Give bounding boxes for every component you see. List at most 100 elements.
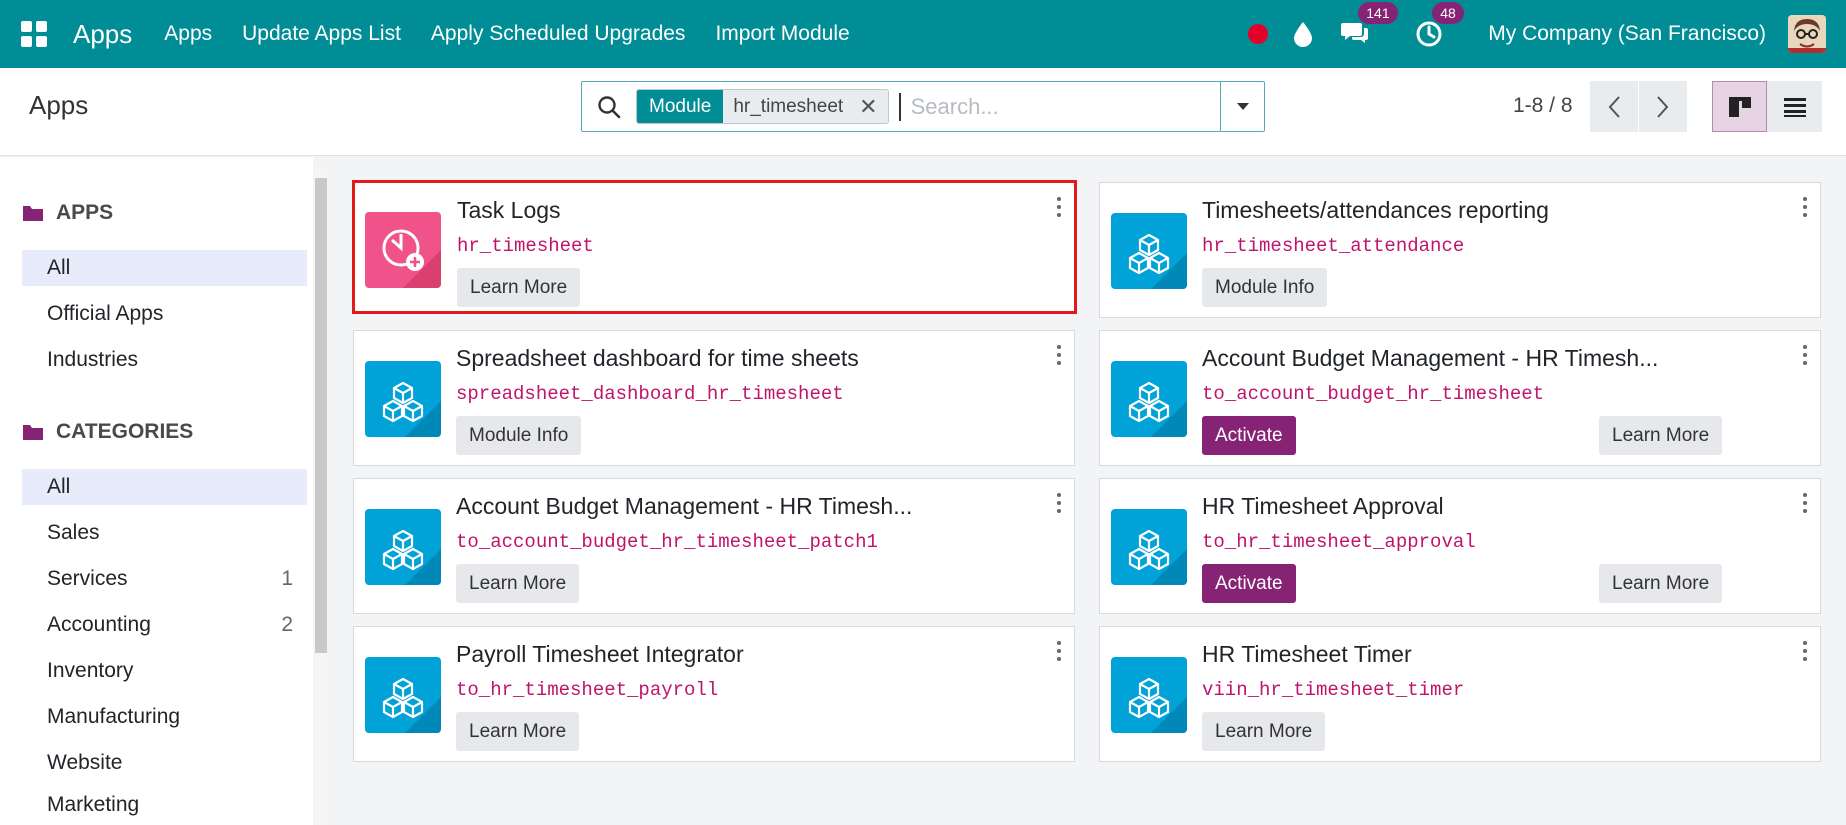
card-menu-icon[interactable] bbox=[1056, 197, 1062, 217]
user-avatar[interactable] bbox=[1788, 15, 1826, 53]
sidebar-item-categories-all[interactable]: All bbox=[22, 469, 307, 505]
app-card-account-budget-hr-timesheet[interactable]: Account Budget Management - HR Timesh...… bbox=[1099, 330, 1821, 466]
app-menu-icon[interactable] bbox=[21, 21, 47, 47]
search-input[interactable] bbox=[898, 92, 1220, 121]
card-menu-icon[interactable] bbox=[1802, 641, 1808, 661]
app-card-hr-timesheet-timer[interactable]: HR Timesheet Timer viin_hr_timesheet_tim… bbox=[1099, 626, 1821, 762]
learn-more-button[interactable]: Learn More bbox=[1599, 416, 1723, 455]
activities-badge: 48 bbox=[1432, 2, 1464, 24]
pager-previous-button[interactable] bbox=[1590, 81, 1638, 132]
app-card-payroll-timesheet-integrator[interactable]: Payroll Timesheet Integrator to_hr_times… bbox=[353, 626, 1075, 762]
module-cubes-icon bbox=[1111, 657, 1187, 733]
card-title: Account Budget Management - HR Timesh... bbox=[456, 493, 913, 519]
list-view-button[interactable] bbox=[1767, 81, 1822, 132]
pager-next-button[interactable] bbox=[1639, 81, 1687, 132]
card-menu-icon[interactable] bbox=[1056, 641, 1062, 661]
task-logs-icon bbox=[365, 212, 441, 288]
search-panel-sidebar: APPS All Official Apps Industries CATEGO… bbox=[0, 157, 313, 825]
card-menu-icon[interactable] bbox=[1056, 345, 1062, 365]
nav-item-apply-scheduled-upgrades[interactable]: Apply Scheduled Upgrades bbox=[431, 22, 686, 46]
card-menu-icon[interactable] bbox=[1056, 493, 1062, 513]
nav-menu: Apps Update Apps List Apply Scheduled Up… bbox=[164, 22, 849, 46]
sidebar-item-label: Website bbox=[47, 751, 123, 774]
card-title: Account Budget Management - HR Timesh... bbox=[1202, 345, 1659, 371]
card-module-code: to_account_budget_hr_timesheet bbox=[1202, 383, 1545, 405]
app-card-spreadsheet-dashboard[interactable]: Spreadsheet dashboard for time sheets sp… bbox=[353, 330, 1075, 466]
chevron-right-icon bbox=[1657, 95, 1669, 118]
brand-title[interactable]: Apps bbox=[73, 19, 132, 50]
module-cubes-icon bbox=[365, 657, 441, 733]
sidebar-item-sales[interactable]: Sales bbox=[22, 515, 307, 551]
app-card-timesheets-attendances-reporting[interactable]: Timesheets/attendances reporting hr_time… bbox=[1099, 182, 1821, 318]
messages-button[interactable]: 141 bbox=[1340, 2, 1398, 49]
nav-item-import-module[interactable]: Import Module bbox=[715, 22, 849, 46]
activate-button[interactable]: Activate bbox=[1202, 416, 1296, 455]
search-options-toggle[interactable] bbox=[1220, 82, 1264, 131]
module-cubes-icon bbox=[1111, 213, 1187, 289]
nav-systray: 141 48 My Company (San Francisco) bbox=[1248, 0, 1846, 68]
top-navbar: Apps Apps Update Apps List Apply Schedul… bbox=[0, 0, 1846, 68]
card-menu-icon[interactable] bbox=[1802, 493, 1808, 513]
record-dot-icon[interactable] bbox=[1248, 24, 1269, 44]
search-bar: Module hr_timesheet ✕ bbox=[581, 81, 1265, 132]
sidebar-item-website[interactable]: Website bbox=[22, 745, 307, 781]
card-module-code: to_hr_timesheet_approval bbox=[1202, 531, 1476, 553]
card-menu-icon[interactable] bbox=[1802, 345, 1808, 365]
card-title: HR Timesheet Timer bbox=[1202, 641, 1412, 667]
card-module-code: hr_timesheet_attendance bbox=[1202, 235, 1465, 257]
learn-more-button[interactable]: Learn More bbox=[456, 712, 580, 751]
sidebar-item-label: All bbox=[47, 475, 71, 498]
sidebar-item-label: Manufacturing bbox=[47, 705, 181, 728]
card-module-code: spreadsheet_dashboard_hr_timesheet bbox=[456, 383, 844, 405]
search-icon[interactable] bbox=[596, 94, 622, 120]
sidebar-item-inventory[interactable]: Inventory bbox=[22, 653, 307, 689]
kanban-view-button[interactable] bbox=[1712, 81, 1767, 132]
facet-label: Module bbox=[637, 90, 724, 123]
sidebar-item-marketing[interactable]: Marketing bbox=[22, 787, 307, 823]
caret-down-icon bbox=[1236, 103, 1249, 110]
messages-badge: 141 bbox=[1358, 2, 1398, 24]
module-info-button[interactable]: Module Info bbox=[456, 416, 582, 455]
company-switcher[interactable]: My Company (San Francisco) bbox=[1488, 22, 1766, 46]
learn-more-button[interactable]: Learn More bbox=[457, 268, 581, 307]
app-card-account-budget-patch1[interactable]: Account Budget Management - HR Timesh...… bbox=[353, 478, 1075, 614]
avatar-face-icon bbox=[1788, 15, 1826, 53]
droplet-icon[interactable] bbox=[1292, 21, 1314, 47]
card-module-code: to_account_budget_hr_timesheet_patch1 bbox=[456, 531, 878, 553]
learn-more-button[interactable]: Learn More bbox=[456, 564, 580, 603]
module-cubes-icon bbox=[365, 361, 441, 437]
chevron-left-icon bbox=[1608, 95, 1620, 118]
module-info-button[interactable]: Module Info bbox=[1202, 268, 1328, 307]
sidebar-item-official-apps[interactable]: Official Apps bbox=[22, 296, 307, 332]
sidebar-item-manufacturing[interactable]: Manufacturing bbox=[22, 699, 307, 735]
nav-item-apps[interactable]: Apps bbox=[164, 22, 212, 46]
learn-more-button[interactable]: Learn More bbox=[1599, 564, 1723, 603]
sidebar-item-services[interactable]: Services 1 bbox=[22, 561, 307, 597]
sidebar-item-count: 2 bbox=[281, 613, 293, 636]
card-module-code: hr_timesheet bbox=[457, 235, 594, 257]
app-card-task-logs[interactable]: Task Logs hr_timesheet Learn More bbox=[352, 180, 1077, 314]
facet-value: hr_timesheet bbox=[733, 95, 844, 117]
folder-icon bbox=[23, 425, 43, 440]
sidebar-item-accounting[interactable]: Accounting 2 bbox=[22, 607, 307, 643]
pager-value[interactable]: 1-8 / 8 bbox=[1513, 94, 1573, 118]
app-card-hr-timesheet-approval[interactable]: HR Timesheet Approval to_hr_timesheet_ap… bbox=[1099, 478, 1821, 614]
sidebar-item-industries[interactable]: Industries bbox=[22, 342, 307, 378]
activate-button[interactable]: Activate bbox=[1202, 564, 1296, 603]
kanban-view-icon bbox=[1728, 96, 1751, 117]
activities-button[interactable]: 48 bbox=[1414, 2, 1464, 49]
module-cubes-icon bbox=[365, 509, 441, 585]
sidebar-scrollbar-thumb[interactable] bbox=[315, 178, 327, 653]
facet-remove-icon[interactable]: ✕ bbox=[859, 94, 877, 120]
sidebar-scrollbar[interactable] bbox=[315, 170, 327, 825]
sidebar-item-apps-all[interactable]: All bbox=[22, 250, 307, 286]
card-title: HR Timesheet Approval bbox=[1202, 493, 1444, 519]
card-title: Timesheets/attendances reporting bbox=[1202, 197, 1549, 223]
sidebar-item-label: Accounting bbox=[47, 613, 151, 636]
card-menu-icon[interactable] bbox=[1802, 197, 1808, 217]
nav-item-update-apps-list[interactable]: Update Apps List bbox=[242, 22, 401, 46]
facet-value-wrap: hr_timesheet ✕ bbox=[723, 90, 888, 123]
learn-more-button[interactable]: Learn More bbox=[1202, 712, 1326, 751]
sidebar-item-label: Official Apps bbox=[47, 302, 164, 325]
module-cubes-icon bbox=[1111, 361, 1187, 437]
